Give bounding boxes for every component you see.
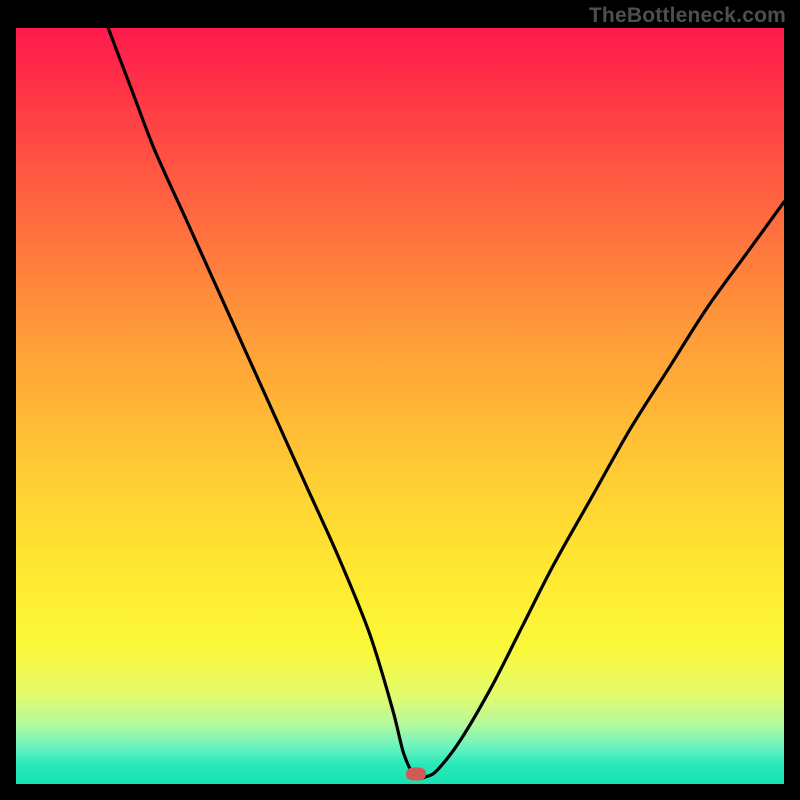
curve-path	[108, 28, 784, 778]
bottleneck-marker	[406, 768, 426, 781]
chart-frame: TheBottleneck.com	[0, 0, 800, 800]
plot-area	[16, 28, 784, 784]
watermark-text: TheBottleneck.com	[589, 4, 786, 28]
bottleneck-curve	[16, 28, 784, 784]
